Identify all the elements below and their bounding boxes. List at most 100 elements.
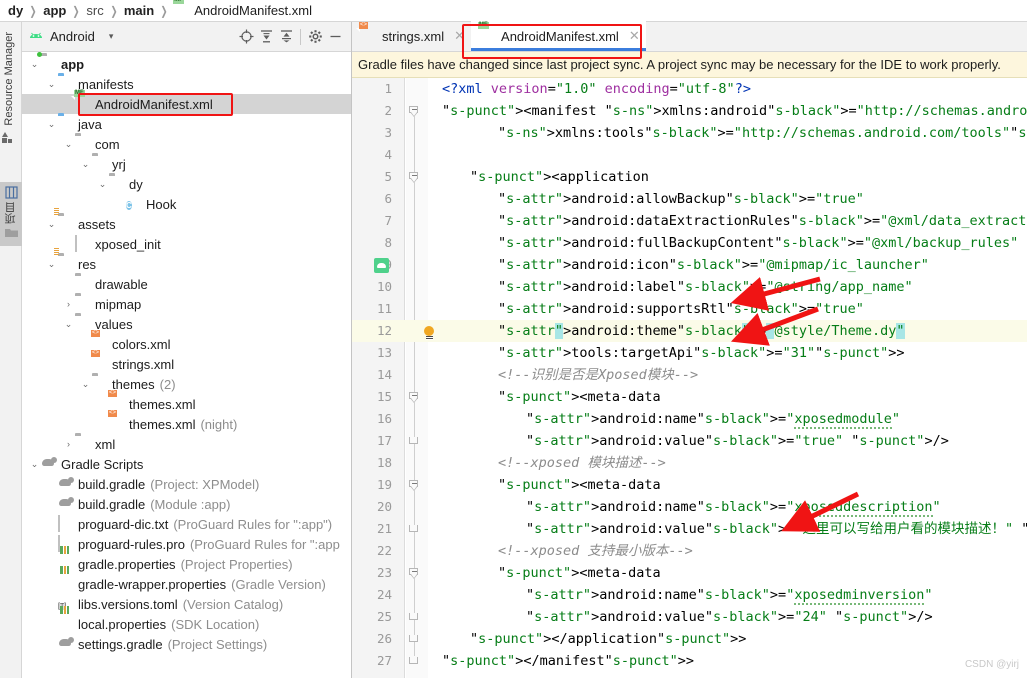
- tree-item-xposed-init[interactable]: xposed_init: [22, 234, 351, 254]
- chevron-down-icon[interactable]: ⌄: [45, 219, 58, 230]
- line-number: 2: [384, 103, 392, 118]
- gradle-sync-notification[interactable]: Gradle files have changed since last pro…: [352, 52, 1027, 78]
- code-line-4[interactable]: 4: [352, 144, 1027, 166]
- code-line-17[interactable]: 17 "s-attr">android:value"s-black">="true…: [352, 430, 1027, 452]
- tree-item-dy[interactable]: ⌄ dy: [22, 174, 351, 194]
- code-editor[interactable]: 1 <?xml version="1.0" encoding="utf-8"?> 2…: [352, 78, 1027, 678]
- code-line-12[interactable]: 12 "s-attr">android:theme"s-black">="@sty…: [352, 320, 1027, 342]
- tree-item-gradle-scripts[interactable]: ⌄ Gradle Scripts: [22, 454, 351, 474]
- chevron-down-icon[interactable]: ⌄: [45, 119, 58, 130]
- tree-item-proguard-rules-pro[interactable]: proguard-rules.pro (ProGuard Rules for ":…: [22, 534, 351, 554]
- tree-item-yrj[interactable]: ⌄ yrj: [22, 154, 351, 174]
- code-line-21[interactable]: 21 "s-attr">android:value"s-black">="这里可以…: [352, 518, 1027, 540]
- code-line-26[interactable]: 26 "s-punct"></application"s-punct">>: [352, 628, 1027, 650]
- breadcrumb-item-main[interactable]: main: [124, 3, 154, 18]
- breadcrumb-item-app[interactable]: app: [43, 3, 66, 18]
- project-view-selector-label[interactable]: Android: [50, 29, 95, 44]
- hide-panel-icon[interactable]: [325, 27, 345, 47]
- code-line-5[interactable]: 5 "s-punct"><application: [352, 166, 1027, 188]
- chevron-right-icon[interactable]: ›: [62, 439, 75, 449]
- tab-android-manifest-xml[interactable]: AndroidManifest.xml ✕: [471, 21, 646, 51]
- code-line-1[interactable]: 1 <?xml version="1.0" encoding="utf-8"?>: [352, 78, 1027, 100]
- code-line-15[interactable]: 15 "s-punct"><meta-data: [352, 386, 1027, 408]
- code-line-3[interactable]: 3 "s-ns">xmlns:tools"s-black">="http://sc…: [352, 122, 1027, 144]
- breadcrumb-item-project[interactable]: dy: [8, 3, 23, 18]
- code-line-11[interactable]: 11 "s-attr">android:supportsRtl"s-black">…: [352, 298, 1027, 320]
- tree-item-settings-gradle[interactable]: settings.gradle (Project Settings): [22, 634, 351, 654]
- tree-item-strings-xml[interactable]: strings.xml: [22, 354, 351, 374]
- tree-item-gradle-properties[interactable]: gradle.properties (Project Properties): [22, 554, 351, 574]
- tree-item-local-properties[interactable]: local.properties (SDK Location): [22, 614, 351, 634]
- tree-item-colors-xml[interactable]: colors.xml: [22, 334, 351, 354]
- intention-bulb-icon[interactable]: [422, 326, 436, 341]
- chevron-down-icon[interactable]: ⌄: [28, 459, 41, 470]
- tree-item-values[interactable]: ⌄ values: [22, 314, 351, 334]
- tree-item-label: yrj: [112, 156, 126, 172]
- tab-close-icon[interactable]: ✕: [454, 28, 465, 44]
- chevron-down-icon[interactable]: ⌄: [45, 259, 58, 270]
- code-line-14[interactable]: 14 <!--识别是否是Xposed模块-->: [352, 364, 1027, 386]
- tree-item-assets[interactable]: ⌄ assets: [22, 214, 351, 234]
- chevron-right-icon[interactable]: ›: [62, 299, 75, 309]
- tree-item-app[interactable]: ⌄ app: [22, 54, 351, 74]
- tree-item-build-gradle[interactable]: build.gradle (Project: XPModel): [22, 474, 351, 494]
- code-line-18[interactable]: 18 <!--xposed 模块描述-->: [352, 452, 1027, 474]
- tree-item-build-gradle[interactable]: build.gradle (Module :app): [22, 494, 351, 514]
- tree-item-hook[interactable]: C Hook: [22, 194, 351, 214]
- code-line-20[interactable]: 20 "s-attr">android:name"s-black">="xpose…: [352, 496, 1027, 518]
- package-folder-icon: [75, 436, 91, 452]
- tree-item-java[interactable]: ⌄ java: [22, 114, 351, 134]
- chevron-down-icon[interactable]: ⌄: [45, 79, 58, 90]
- tree-item-themes-xml[interactable]: themes.xml (night): [22, 414, 351, 434]
- tree-item-gradle-wrapper-properties[interactable]: gradle-wrapper.properties (Gradle Version…: [22, 574, 351, 594]
- tree-item-label: java: [78, 116, 102, 132]
- tab-close-icon[interactable]: ✕: [629, 28, 640, 44]
- code-line-6[interactable]: 6 "s-attr">android:allowBackup"s-black">=…: [352, 188, 1027, 210]
- tree-item-libs-versions-toml[interactable]: [T]libs.versions.toml(Version Catalog): [22, 594, 351, 614]
- code-line-23[interactable]: 23 "s-punct"><meta-data: [352, 562, 1027, 584]
- code-line-27[interactable]: 27 "s-punct"></manifest"s-punct">>: [352, 650, 1027, 672]
- tree-item-mipmap[interactable]: › mipmap: [22, 294, 351, 314]
- chevron-down-icon[interactable]: ⌄: [79, 379, 92, 390]
- tree-item-drawable[interactable]: drawable: [22, 274, 351, 294]
- android-resource-preview-icon[interactable]: [374, 258, 389, 273]
- chevron-down-icon[interactable]: ⌄: [62, 139, 75, 150]
- tool-button-resource-manager[interactable]: Resource Manager: [2, 32, 15, 145]
- tree-item-label: mipmap: [95, 296, 142, 312]
- breadcrumb-item-src[interactable]: src: [86, 3, 103, 18]
- tree-item-xml[interactable]: › xml: [22, 434, 351, 454]
- code-line-16[interactable]: 16 "s-attr">android:name"s-black">="xpose…: [352, 408, 1027, 430]
- chevron-down-icon[interactable]: ⌄: [62, 319, 75, 330]
- chevron-down-icon[interactable]: ⌄: [96, 179, 109, 190]
- code-lines[interactable]: 1 <?xml version="1.0" encoding="utf-8"?> 2…: [352, 78, 1027, 672]
- code-line-22[interactable]: 22 <!--xposed 支持最小版本-->: [352, 540, 1027, 562]
- tree-item-res[interactable]: ⌄ res: [22, 254, 351, 274]
- code-line-19[interactable]: 19 "s-punct"><meta-data: [352, 474, 1027, 496]
- code-line-2[interactable]: 2 "s-punct"><manifest "s-ns">xmlns:androi…: [352, 100, 1027, 122]
- tree-item-com[interactable]: ⌄ com: [22, 134, 351, 154]
- chevron-down-icon[interactable]: ⌄: [79, 159, 92, 170]
- locate-icon[interactable]: [236, 27, 256, 47]
- tree-item-proguard-dic-txt[interactable]: proguard-dic.txt (ProGuard Rules for ":ap…: [22, 514, 351, 534]
- code-line-25[interactable]: 25 "s-attr">android:value"s-black">="24" …: [352, 606, 1027, 628]
- tree-item-themes-xml[interactable]: themes.xml: [22, 394, 351, 414]
- code-line-24[interactable]: 24 "s-attr">android:name"s-black">="xpose…: [352, 584, 1027, 606]
- code-line-13[interactable]: 13 "s-attr">tools:targetApi"s-black">="31…: [352, 342, 1027, 364]
- chevron-down-icon[interactable]: ⌄: [28, 59, 41, 70]
- tree-item-androidmanifest-xml[interactable]: AndroidManifest.xml: [22, 94, 351, 114]
- tool-button-project[interactable]: 项目: [0, 182, 22, 246]
- settings-gear-icon[interactable]: [305, 27, 325, 47]
- tree-item-themes[interactable]: ⌄ themes (2): [22, 374, 351, 394]
- chevron-down-icon[interactable]: ▾: [109, 31, 114, 42]
- collapse-all-icon[interactable]: [276, 27, 296, 47]
- code-line-9[interactable]: 9"s-attr">android:icon"s-black">="@mipma…: [352, 254, 1027, 276]
- code-line-10[interactable]: 10 "s-attr">android:label"s-black">="@str…: [352, 276, 1027, 298]
- code-text: "s-punct"></application"s-punct">>: [470, 631, 747, 647]
- breadcrumb-file[interactable]: AndroidManifest.xml: [194, 3, 312, 18]
- code-line-7[interactable]: 7 "s-attr">android:dataExtractionRules"s-…: [352, 210, 1027, 232]
- tree-item-manifests[interactable]: ⌄ manifests: [22, 74, 351, 94]
- code-line-8[interactable]: 8 "s-attr">android:fullBackupContent"s-bl…: [352, 232, 1027, 254]
- expand-all-icon[interactable]: [256, 27, 276, 47]
- project-tree[interactable]: ⌄ app ⌄ manifests AndroidManifest.xml ⌄ java ⌄ c…: [22, 52, 351, 654]
- tab-strings-xml[interactable]: strings.xml ✕: [352, 21, 471, 51]
